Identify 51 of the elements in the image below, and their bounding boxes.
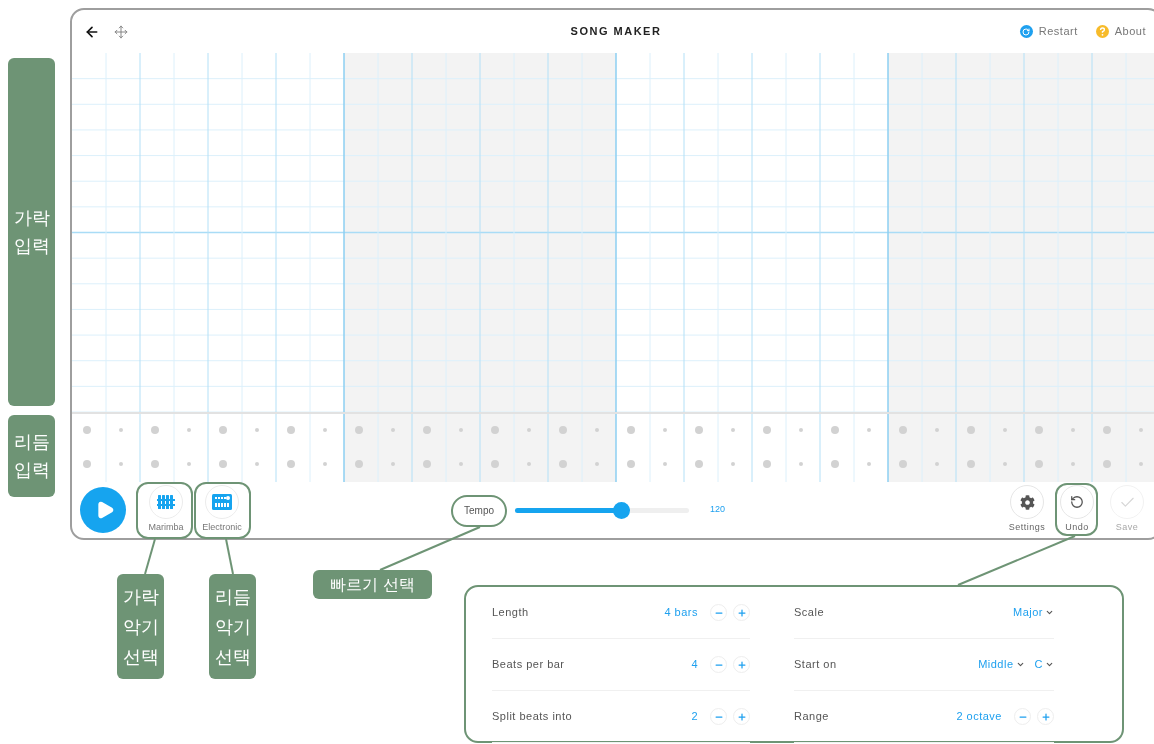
action-label: Save: [1115, 521, 1139, 535]
chevron-down-icon: [1045, 608, 1054, 617]
leader-line: [225, 538, 234, 575]
setting-value: 4: [691, 657, 698, 673]
chevron-down-icon: [1045, 660, 1054, 669]
setting-label: Scale: [794, 605, 825, 621]
highlight-outline: [194, 482, 251, 539]
restart-icon: [1019, 25, 1033, 38]
tempo-value: 120: [710, 503, 726, 517]
setting-label: Length: [492, 605, 529, 621]
settings-icon: [1019, 494, 1035, 510]
highlight-outline: [451, 495, 507, 527]
highlight-outline: [1055, 483, 1098, 536]
highlight-outline: [136, 482, 193, 539]
instrument-label: Marimba: [148, 521, 184, 535]
move-button[interactable]: [114, 24, 128, 39]
dropdown[interactable]: Major: [1013, 604, 1054, 621]
note-grid-drawing[interactable]: [72, 53, 1154, 412]
chevron-down-icon: [1015, 660, 1025, 669]
dropdown[interactable]: Middle: [978, 656, 1025, 673]
tempo-slider-thumb[interactable]: [613, 501, 631, 519]
setting-value: 2 octave: [956, 709, 1002, 725]
play-button[interactable]: [80, 487, 126, 533]
xylophone-icon: [157, 495, 175, 510]
instrument-label: Electronic: [202, 521, 242, 535]
leader-line: [144, 538, 156, 575]
setting-label: Start on: [794, 657, 837, 673]
action-label: Settings: [1008, 521, 1046, 535]
header-link[interactable]: About: [1095, 23, 1146, 40]
drum-machine-icon: [212, 494, 232, 511]
plus-icon: [736, 607, 747, 618]
help-icon: [1095, 25, 1109, 38]
setting-value: 2: [691, 709, 698, 725]
plus-icon: [736, 659, 747, 670]
plus-icon: [1040, 711, 1051, 722]
app-title: SONG MAKER: [570, 24, 662, 40]
undo-icon: [1070, 495, 1084, 510]
plus-icon: [736, 711, 747, 722]
callout-label: 가락 악기 선택: [117, 574, 164, 679]
dropdown[interactable]: C: [1034, 656, 1054, 673]
callout-label: 빠르기 선택: [313, 570, 432, 599]
header-link[interactable]: Restart: [1019, 23, 1078, 40]
setting-label: Range: [794, 709, 829, 725]
tempo-label: Tempo: [464, 503, 494, 518]
section-label: 리듬 입력: [8, 415, 55, 497]
section-label: 가락 입력: [8, 58, 55, 406]
callout-label: 리듬 악기 선택: [209, 574, 256, 679]
action-label: Undo: [1065, 521, 1089, 535]
setting-value: 4 bars: [664, 605, 698, 621]
setting-label: Split beats into: [492, 709, 573, 725]
setting-label: Beats per bar: [492, 657, 565, 673]
